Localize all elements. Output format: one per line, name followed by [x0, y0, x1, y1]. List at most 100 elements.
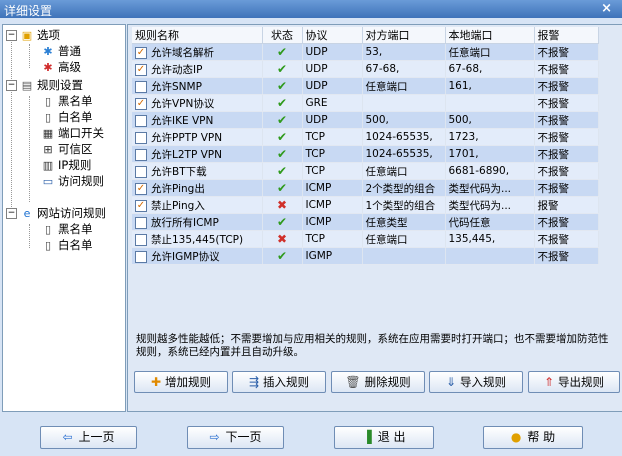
- tree-node-rules[interactable]: − ▤ 规则设置: [6, 77, 83, 93]
- table-row[interactable]: 允许SNMP ✔ UDP 任意端口 161, 不报警: [132, 77, 599, 95]
- table-row[interactable]: ✓ 允许域名解析 ✔ UDP 53, 任意端口 不报警: [132, 43, 599, 61]
- column-header-alarm[interactable]: 报警: [534, 27, 599, 44]
- rule-status-cell: ✔: [262, 213, 303, 231]
- collapse-icon[interactable]: −: [6, 208, 17, 219]
- table-row[interactable]: 允许IGMP协议 ✔ IGMP 不报警: [132, 247, 599, 265]
- table-row[interactable]: 放行所有ICMP ✔ ICMP 任意类型 代码任意 不报警: [132, 213, 599, 231]
- column-header-protocol[interactable]: 协议: [302, 27, 363, 44]
- rule-enable-checkbox[interactable]: ✓: [135, 199, 147, 212]
- rule-name-cell: 允许SNMP: [132, 77, 263, 95]
- rule-local-port: [445, 94, 535, 112]
- rule-status-cell: ✔: [262, 128, 303, 146]
- tree-node-blacklist[interactable]: ▯ 黑名单: [41, 93, 93, 109]
- rule-remote-port: 任意端口: [362, 77, 446, 95]
- tree-connector: [11, 42, 12, 217]
- table-row[interactable]: ✓ 允许Ping出 ✔ ICMP 2个类型的组合 类型代码为... 不报警: [132, 179, 599, 197]
- tree-node-site-rules[interactable]: − e 网站访问规则: [6, 205, 106, 221]
- rule-remote-port: [362, 247, 446, 265]
- rule-name: 禁止Ping入: [151, 199, 205, 212]
- rule-alarm: 不报警: [534, 145, 599, 163]
- table-row[interactable]: ✓ 允许VPN协议 ✔ GRE 不报警: [132, 94, 599, 112]
- tree-node-normal[interactable]: ✱ 普通: [41, 43, 81, 59]
- rule-remote-port: 2个类型的组合: [362, 179, 446, 197]
- help-button[interactable]: ● 帮 助: [483, 426, 583, 449]
- rule-enable-checkbox[interactable]: [135, 165, 147, 178]
- rule-enable-checkbox[interactable]: ✓: [135, 97, 147, 110]
- rule-enable-checkbox[interactable]: [135, 216, 147, 229]
- rule-alarm: 不报警: [534, 179, 599, 197]
- rule-protocol: UDP: [302, 43, 363, 61]
- collapse-icon[interactable]: −: [6, 80, 17, 91]
- rule-enable-checkbox[interactable]: [135, 114, 147, 127]
- table-row[interactable]: 允许IKE VPN ✔ UDP 500, 500, 不报警: [132, 111, 599, 129]
- rule-remote-port: 1024-65535,: [362, 128, 446, 146]
- insert-rule-button[interactable]: ⇶ 插入规则: [232, 371, 326, 393]
- allow-check-icon: ✔: [276, 181, 288, 195]
- rule-enable-checkbox[interactable]: ✓: [135, 63, 147, 76]
- rule-name: 允许Ping出: [151, 182, 205, 195]
- table-row[interactable]: 允许BT下载 ✔ TCP 任意端口 6681-6890, 不报警: [132, 162, 599, 180]
- import-rule-button[interactable]: ⇓ 导入规则: [429, 371, 523, 393]
- column-header-status[interactable]: 状态: [262, 27, 303, 44]
- tree-node-access-rules[interactable]: ▭ 访问规则: [41, 173, 104, 189]
- add-rule-button[interactable]: ✚ 增加规则: [134, 371, 228, 393]
- ie-icon: e: [23, 206, 31, 220]
- tree-node-ip-rules[interactable]: ▥ IP规则: [41, 157, 92, 173]
- allow-check-icon: ✔: [276, 164, 288, 178]
- close-icon[interactable]: ×: [601, 1, 612, 16]
- table-row[interactable]: ✓ 允许动态IP ✔ UDP 67-68, 67-68, 不报警: [132, 60, 599, 78]
- port-icon: ▦: [42, 126, 54, 140]
- table-row[interactable]: ✓ 禁止Ping入 ✖ ICMP 1个类型的组合 类型代码为... 报警: [132, 196, 599, 214]
- column-header-local-port[interactable]: 本地端口: [445, 27, 535, 44]
- delete-rule-button[interactable]: 🗑 删除规则: [331, 371, 425, 393]
- rule-status-cell: ✔: [262, 111, 303, 129]
- column-header-remote-port[interactable]: 对方端口: [362, 27, 446, 44]
- rule-remote-port: 1024-65535,: [362, 145, 446, 163]
- rule-local-port: 67-68,: [445, 60, 535, 78]
- allow-check-icon: ✔: [276, 45, 288, 59]
- rule-status-cell: ✔: [262, 43, 303, 61]
- tree-label: 白名单: [58, 110, 93, 124]
- tree-node-trusted[interactable]: ⊞ 可信区: [41, 141, 92, 157]
- table-row[interactable]: 允许L2TP VPN ✔ TCP 1024-65535, 1701, 不报警: [132, 145, 599, 163]
- export-rule-button[interactable]: ⇑ 导出规则: [528, 371, 620, 393]
- rule-remote-port: 任意类型: [362, 213, 446, 231]
- ip-icon: ▥: [42, 158, 54, 172]
- tree-node-whitelist[interactable]: ▯ 白名单: [41, 109, 93, 125]
- rule-alarm: 不报警: [534, 77, 599, 95]
- prev-page-button[interactable]: ⇦ 上一页: [40, 426, 137, 449]
- tree-node-options[interactable]: − ▣ 选项: [6, 27, 60, 43]
- rule-name-cell: ✓ 允许Ping出: [132, 179, 263, 197]
- exit-button[interactable]: ▐ 退 出: [334, 426, 434, 449]
- rule-enable-checkbox[interactable]: [135, 80, 147, 93]
- rule-enable-checkbox[interactable]: [135, 131, 147, 144]
- rule-enable-checkbox[interactable]: [135, 148, 147, 161]
- rule-enable-checkbox[interactable]: [135, 233, 147, 246]
- tree-node-advanced[interactable]: ✱ 高级: [41, 59, 81, 75]
- column-header-name[interactable]: 规则名称: [132, 27, 263, 44]
- rule-enable-checkbox[interactable]: [135, 250, 147, 263]
- table-row[interactable]: 禁止135,445(TCP) ✖ TCP 任意端口 135,445, 不报警: [132, 230, 599, 248]
- tree-node-site-whitelist[interactable]: ▯ 白名单: [41, 237, 93, 253]
- rule-protocol: ICMP: [302, 179, 363, 197]
- rule-name: 禁止135,445(TCP): [151, 233, 244, 246]
- tree-connector: [29, 96, 30, 202]
- table-row[interactable]: 允许PPTP VPN ✔ TCP 1024-65535, 1723, 不报警: [132, 128, 599, 146]
- rule-status-cell: ✔: [262, 94, 303, 112]
- title-bar: 详细设置 ×: [0, 0, 622, 18]
- deny-cross-icon: ✖: [276, 232, 288, 246]
- tree-node-site-blacklist[interactable]: ▯ 黑名单: [41, 221, 93, 237]
- rule-local-port: 161,: [445, 77, 535, 95]
- rule-status-cell: ✔: [262, 145, 303, 163]
- rule-enable-checkbox[interactable]: ✓: [135, 182, 147, 195]
- rule-enable-checkbox[interactable]: ✓: [135, 46, 147, 59]
- rule-name-cell: ✓ 允许域名解析: [132, 43, 263, 61]
- rule-local-port: 类型代码为...: [445, 196, 535, 214]
- next-page-button[interactable]: ⇨ 下一页: [187, 426, 284, 449]
- settings-window: 详细设置 × − ▣ 选项 ✱ 普通 ✱ 高级 − ▤ 规则设置 ▯ 黑名单 ▯…: [0, 0, 622, 456]
- collapse-icon[interactable]: −: [6, 30, 17, 41]
- rule-remote-port: 任意端口: [362, 230, 446, 248]
- tree-node-port-switch[interactable]: ▦ 端口开关: [41, 125, 104, 141]
- rule-local-port: 500,: [445, 111, 535, 129]
- rule-protocol: UDP: [302, 60, 363, 78]
